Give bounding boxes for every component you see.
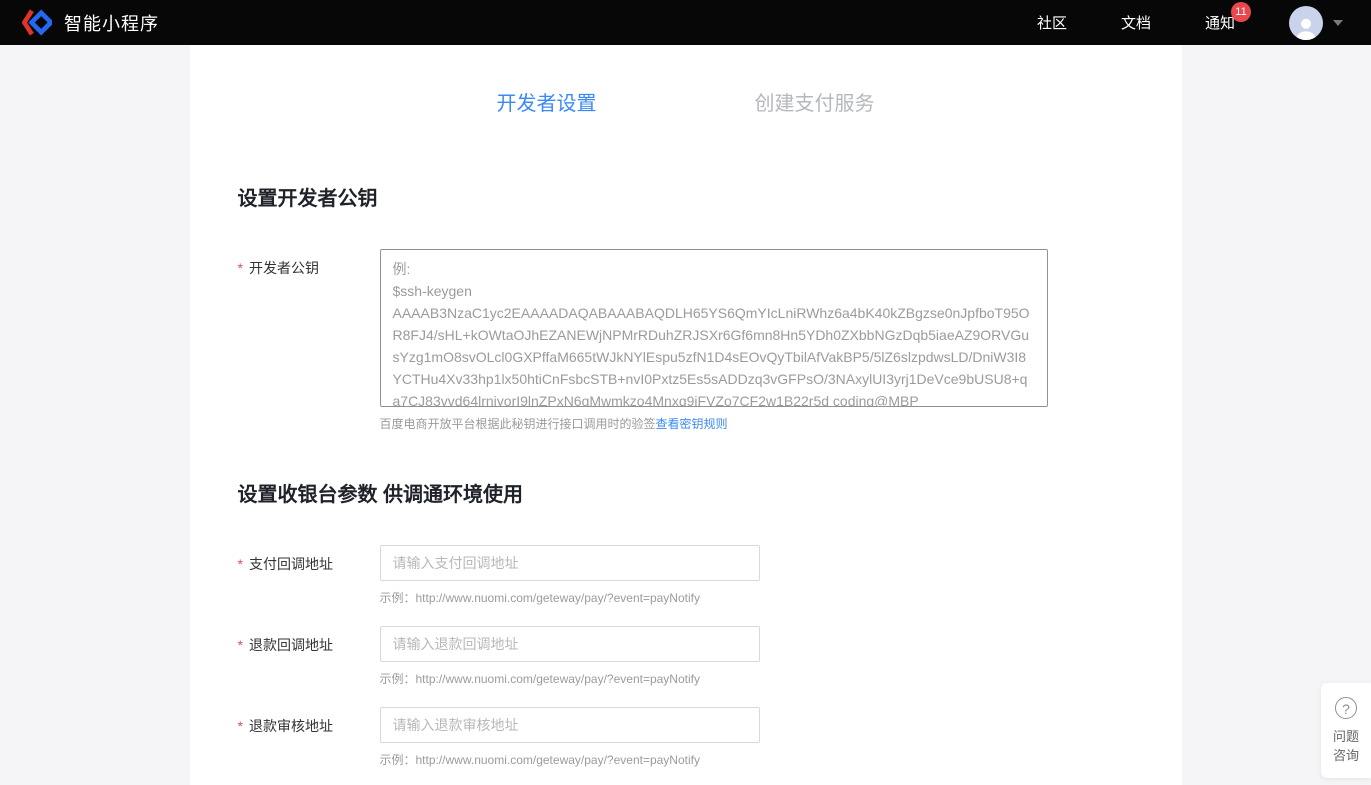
refund-audit-label: *退款审核地址 — [238, 707, 380, 785]
user-avatar[interactable] — [1289, 6, 1323, 40]
view-key-rules-link[interactable]: 查看密钥规则 — [656, 417, 728, 431]
pay-callback-label: *支付回调地址 — [238, 545, 380, 626]
main-panel: 开发者设置 创建支付服务 设置开发者公钥 *开发者公钥 百度电商开放平台根据此秘… — [190, 45, 1182, 785]
pay-callback-example: 示例：http://www.nuomi.com/geteway/pay/?eve… — [380, 589, 760, 606]
brand-name: 智能小程序 — [64, 10, 159, 36]
top-header: 智能小程序 社区 文档 通知 11 — [0, 0, 1371, 45]
cashier-section-title: 设置收银台参数 供调通环境使用 — [238, 478, 1134, 507]
refund-callback-label: *退款回调地址 — [238, 626, 380, 707]
public-key-section-title: 设置开发者公钥 — [238, 182, 1134, 211]
nav-community[interactable]: 社区 — [1037, 12, 1067, 33]
required-asterisk: * — [238, 260, 243, 276]
public-key-textarea[interactable] — [380, 249, 1048, 407]
help-consult-widget[interactable]: ? 问题 咨询 — [1321, 683, 1371, 778]
nav-docs[interactable]: 文档 — [1121, 12, 1151, 33]
help-consult-label: 问题 咨询 — [1333, 727, 1359, 765]
public-key-label: *开发者公钥 — [238, 249, 380, 432]
refund-callback-row: *退款回调地址 示例：http://www.nuomi.com/geteway/… — [238, 626, 1134, 707]
smart-miniprogram-logo-icon — [22, 9, 52, 36]
notification-badge: 11 — [1231, 2, 1251, 22]
refund-audit-row: *退款审核地址 示例：http://www.nuomi.com/geteway/… — [238, 707, 1134, 785]
tab-create-payment-service[interactable]: 创建支付服务 — [755, 87, 875, 116]
refund-audit-input[interactable] — [380, 707, 760, 743]
pay-callback-input[interactable] — [380, 545, 760, 581]
question-mark-icon: ? — [1335, 697, 1357, 719]
step-tabs: 开发者设置 创建支付服务 — [238, 87, 1134, 116]
public-key-row: *开发者公钥 百度电商开放平台根据此秘钥进行接口调用时的验签查看密钥规则 — [238, 249, 1134, 432]
public-key-helper: 百度电商开放平台根据此秘钥进行接口调用时的验签查看密钥规则 — [380, 415, 1048, 432]
refund-callback-example: 示例：http://www.nuomi.com/geteway/pay/?eve… — [380, 670, 760, 687]
nav-notifications[interactable]: 通知 11 — [1205, 12, 1235, 33]
pay-callback-row: *支付回调地址 示例：http://www.nuomi.com/geteway/… — [238, 545, 1134, 626]
required-asterisk: * — [238, 637, 243, 653]
brand[interactable]: 智能小程序 — [22, 9, 159, 36]
person-icon — [1293, 14, 1319, 40]
refund-callback-input[interactable] — [380, 626, 760, 662]
public-key-helper-text: 百度电商开放平台根据此秘钥进行接口调用时的验签 — [380, 417, 656, 431]
nav-notifications-label: 通知 — [1205, 15, 1235, 32]
tab-developer-settings[interactable]: 开发者设置 — [497, 87, 597, 116]
required-asterisk: * — [238, 556, 243, 572]
chevron-down-icon[interactable] — [1333, 20, 1343, 26]
refund-audit-example: 示例：http://www.nuomi.com/geteway/pay/?eve… — [380, 751, 760, 768]
required-asterisk: * — [238, 718, 243, 734]
